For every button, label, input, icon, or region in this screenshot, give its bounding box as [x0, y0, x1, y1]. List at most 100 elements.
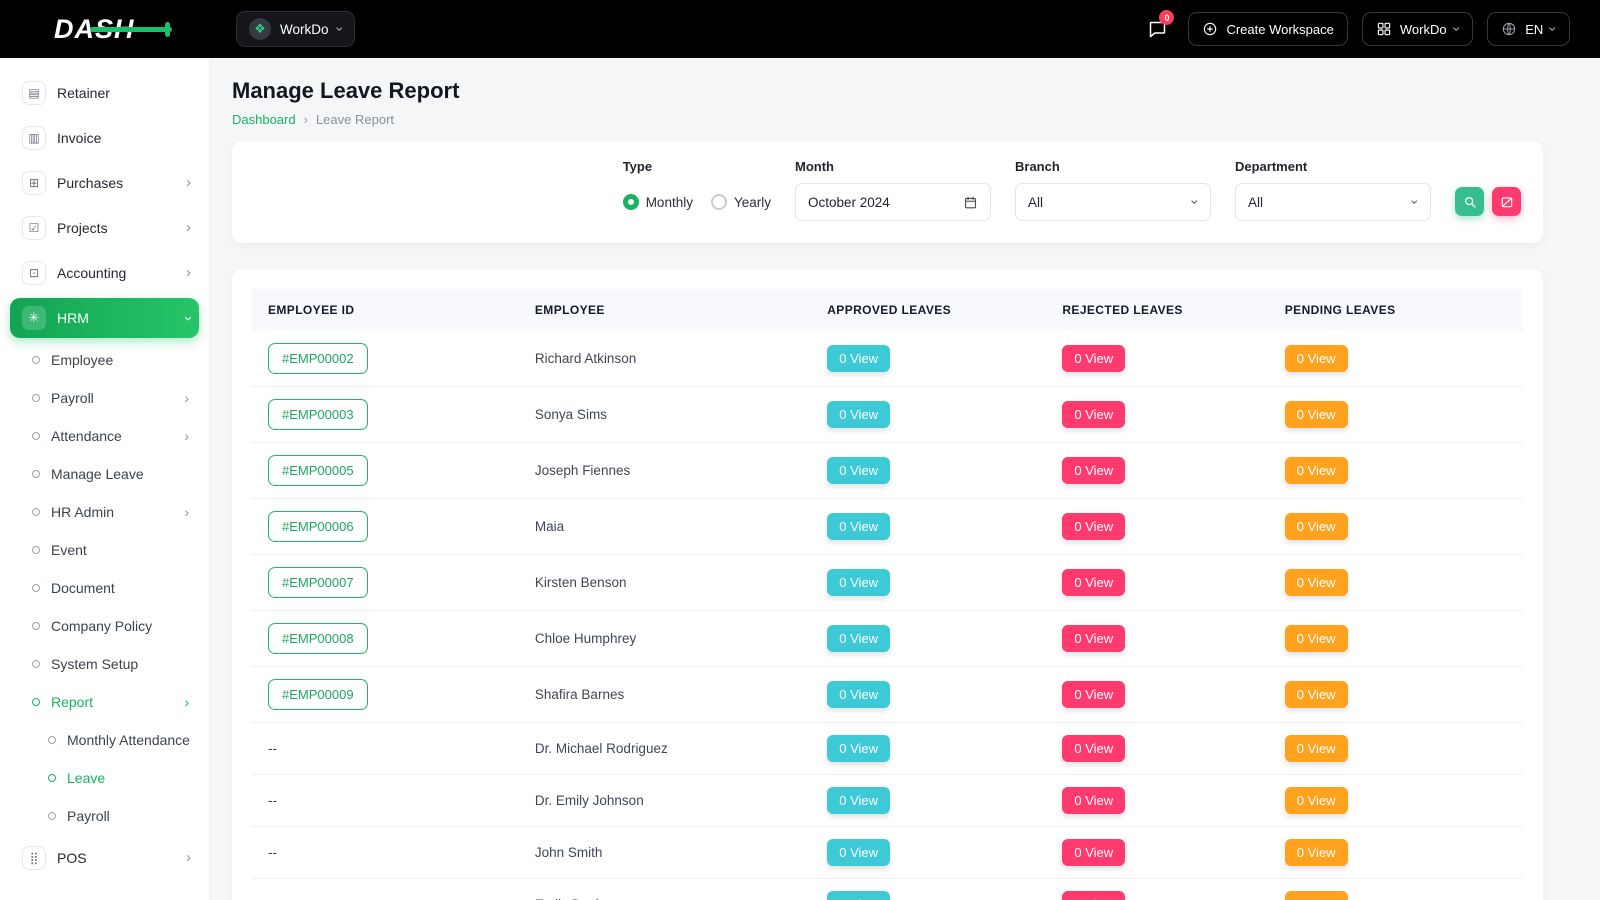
- language-selector[interactable]: EN ›: [1487, 12, 1570, 46]
- calendar-slash-icon: [1500, 195, 1514, 209]
- sidebar-item-pos[interactable]: ⣿ POS ›: [10, 835, 199, 880]
- sidebar-item-document[interactable]: Document: [10, 569, 199, 607]
- rejected-view-button[interactable]: 0 View: [1062, 735, 1125, 762]
- rejected-view-button[interactable]: 0 View: [1062, 681, 1125, 708]
- rejected-view-button[interactable]: 0 View: [1062, 839, 1125, 866]
- sidebar-item-attendance[interactable]: Attendance ›: [10, 417, 199, 455]
- sidebar-item-payroll[interactable]: Payroll ›: [10, 379, 199, 417]
- bullet-icon: [32, 622, 40, 630]
- type-radio-monthly[interactable]: Monthly: [623, 194, 693, 210]
- sidebar-item-monthly-attendance[interactable]: Monthly Attendance: [10, 721, 199, 759]
- chevron-right-icon: ›: [184, 695, 189, 709]
- search-button[interactable]: [1455, 187, 1484, 216]
- rejected-leaves-cell: 0 View: [1046, 827, 1268, 879]
- approved-view-button[interactable]: 0 View: [827, 625, 890, 652]
- sidebar-item-hr-admin[interactable]: HR Admin ›: [10, 493, 199, 531]
- approved-view-button[interactable]: 0 View: [827, 839, 890, 866]
- sidebar-item-accounting[interactable]: ⊡ Accounting ›: [10, 250, 199, 295]
- column-header-approved-leaves: APPROVED LEAVES: [811, 289, 1046, 331]
- employee-id-cell: --: [252, 879, 519, 900]
- sidebar-item-icon: ▤: [22, 81, 46, 105]
- employee-id-badge[interactable]: #EMP00008: [268, 623, 368, 654]
- rejected-leaves-cell: 0 View: [1046, 667, 1268, 723]
- employee-id-badge[interactable]: #EMP00002: [268, 343, 368, 374]
- sidebar-item-invoice[interactable]: ▥ Invoice: [10, 115, 199, 160]
- table-body: #EMP00002 Richard Atkinson 0 View 0 View…: [252, 331, 1523, 900]
- month-input[interactable]: October 2024: [795, 183, 991, 221]
- approved-leaves-cell: 0 View: [811, 879, 1046, 900]
- pending-leaves-cell: 0 View: [1269, 499, 1523, 555]
- pending-view-button[interactable]: 0 View: [1285, 839, 1348, 866]
- app-logo[interactable]: DASH: [54, 14, 135, 45]
- pending-view-button[interactable]: 0 View: [1285, 787, 1348, 814]
- workspace-switcher[interactable]: ❖ WorkDo ›: [236, 11, 355, 47]
- rejected-view-button[interactable]: 0 View: [1062, 625, 1125, 652]
- breadcrumb-current: Leave Report: [316, 112, 394, 127]
- sidebar-item-icon: ✳: [22, 306, 46, 330]
- approved-view-button[interactable]: 0 View: [827, 681, 890, 708]
- department-select[interactable]: All ›: [1235, 183, 1431, 221]
- rejected-view-button[interactable]: 0 View: [1062, 569, 1125, 596]
- sidebar-item-projects[interactable]: ☑ Projects ›: [10, 205, 199, 250]
- pending-leaves-cell: 0 View: [1269, 387, 1523, 443]
- sidebar-item-leave[interactable]: Leave: [10, 759, 199, 797]
- approved-view-button[interactable]: 0 View: [827, 735, 890, 762]
- apps-menu-button[interactable]: WorkDo ›: [1362, 12, 1473, 46]
- sidebar-item-purchases[interactable]: ⊞ Purchases ›: [10, 160, 199, 205]
- sidebar-item-retainer[interactable]: ▤ Retainer: [10, 70, 199, 115]
- pending-view-button[interactable]: 0 View: [1285, 457, 1348, 484]
- pending-view-button[interactable]: 0 View: [1285, 625, 1348, 652]
- type-radio-yearly[interactable]: Yearly: [711, 194, 771, 210]
- approved-view-button[interactable]: 0 View: [827, 787, 890, 814]
- approved-view-button[interactable]: 0 View: [827, 569, 890, 596]
- pending-view-button[interactable]: 0 View: [1285, 345, 1348, 372]
- sidebar-item-label: Purchases: [57, 175, 175, 191]
- employee-id-badge[interactable]: #EMP00007: [268, 567, 368, 598]
- employee-id-badge[interactable]: #EMP00006: [268, 511, 368, 542]
- pending-view-button[interactable]: 0 View: [1285, 735, 1348, 762]
- employee-id-cell: --: [252, 723, 519, 775]
- sidebar-item-payroll[interactable]: Payroll: [10, 797, 199, 835]
- department-filter-group: Department All ›: [1235, 159, 1431, 221]
- employee-id-badge[interactable]: #EMP00009: [268, 679, 368, 710]
- sidebar-item-system-setup[interactable]: System Setup: [10, 645, 199, 683]
- rejected-view-button[interactable]: 0 View: [1062, 345, 1125, 372]
- approved-view-button[interactable]: 0 View: [827, 457, 890, 484]
- pending-view-button[interactable]: 0 View: [1285, 513, 1348, 540]
- approved-view-button[interactable]: 0 View: [827, 401, 890, 428]
- chevron-icon: ›: [186, 265, 191, 280]
- approved-leaves-cell: 0 View: [811, 723, 1046, 775]
- employee-name: Joseph Fiennes: [519, 443, 811, 499]
- rejected-view-button[interactable]: 0 View: [1062, 891, 1125, 900]
- rejected-view-button[interactable]: 0 View: [1062, 401, 1125, 428]
- breadcrumb-dashboard-link[interactable]: Dashboard: [232, 112, 296, 127]
- reset-button[interactable]: [1492, 187, 1521, 216]
- branch-select[interactable]: All ›: [1015, 183, 1211, 221]
- create-workspace-button[interactable]: Create Workspace: [1188, 12, 1347, 46]
- sidebar-item-hrm[interactable]: ✳ HRM ›: [10, 298, 199, 338]
- sidebar-item-manage-leave[interactable]: Manage Leave: [10, 455, 199, 493]
- pending-view-button[interactable]: 0 View: [1285, 891, 1348, 900]
- sidebar-item-report[interactable]: Report ›: [10, 683, 199, 721]
- pending-leaves-cell: 0 View: [1269, 555, 1523, 611]
- type-filter-group: Type Monthly Yearly: [623, 159, 771, 221]
- pending-view-button[interactable]: 0 View: [1285, 401, 1348, 428]
- sidebar-item-event[interactable]: Event: [10, 531, 199, 569]
- chevron-right-icon: ›: [184, 505, 189, 519]
- rejected-view-button[interactable]: 0 View: [1062, 457, 1125, 484]
- approved-view-button[interactable]: 0 View: [827, 345, 890, 372]
- employee-id-badge[interactable]: #EMP00003: [268, 399, 368, 430]
- pending-view-button[interactable]: 0 View: [1285, 681, 1348, 708]
- bullet-icon: [32, 546, 40, 554]
- sidebar-item-employee[interactable]: Employee: [10, 341, 199, 379]
- sidebar-item-company-policy[interactable]: Company Policy: [10, 607, 199, 645]
- approved-view-button[interactable]: 0 View: [827, 891, 890, 900]
- month-label: Month: [795, 159, 991, 174]
- radio-icon: [623, 194, 639, 210]
- messages-button[interactable]: 0: [1140, 12, 1174, 46]
- approved-view-button[interactable]: 0 View: [827, 513, 890, 540]
- rejected-view-button[interactable]: 0 View: [1062, 513, 1125, 540]
- rejected-view-button[interactable]: 0 View: [1062, 787, 1125, 814]
- employee-id-badge[interactable]: #EMP00005: [268, 455, 368, 486]
- pending-view-button[interactable]: 0 View: [1285, 569, 1348, 596]
